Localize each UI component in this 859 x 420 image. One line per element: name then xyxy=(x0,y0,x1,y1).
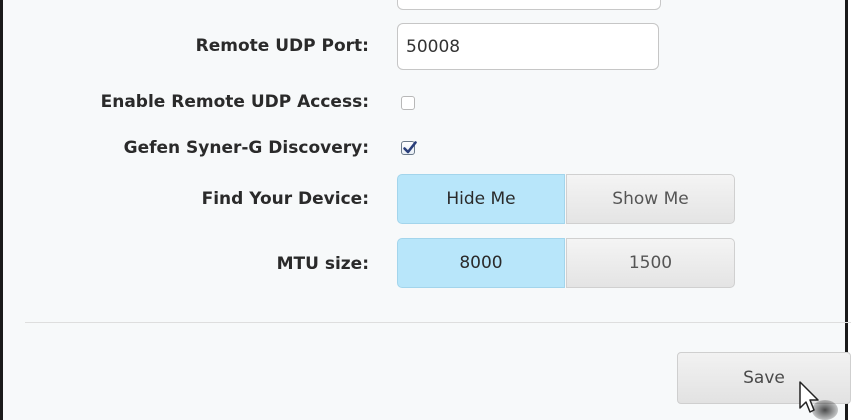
mtu-8000-button[interactable]: 8000 xyxy=(397,238,565,288)
hide-me-button[interactable]: Hide Me xyxy=(397,174,565,224)
save-button[interactable]: Save xyxy=(677,352,851,404)
remote-udp-port-label: Remote UDP Port: xyxy=(195,36,369,56)
previous-field-input[interactable] xyxy=(397,0,661,10)
gefen-discovery-checkbox[interactable] xyxy=(401,141,417,155)
section-divider xyxy=(25,322,851,323)
mtu-1500-button[interactable]: 1500 xyxy=(566,238,735,288)
gefen-discovery-label: Gefen Syner-G Discovery: xyxy=(123,138,369,158)
find-your-device-label: Find Your Device: xyxy=(201,189,369,209)
enable-remote-udp-access-checkbox[interactable] xyxy=(401,96,415,110)
show-me-button[interactable]: Show Me xyxy=(566,174,735,224)
remote-udp-port-input[interactable] xyxy=(397,23,659,70)
mouse-pointer-icon xyxy=(799,381,819,413)
checkmark-icon xyxy=(403,141,417,154)
network-settings-panel: Remote UDP Port: Enable Remote UDP Acces… xyxy=(0,0,851,420)
enable-remote-udp-access-label: Enable Remote UDP Access: xyxy=(100,92,369,112)
mtu-size-label: MTU size: xyxy=(276,254,369,274)
